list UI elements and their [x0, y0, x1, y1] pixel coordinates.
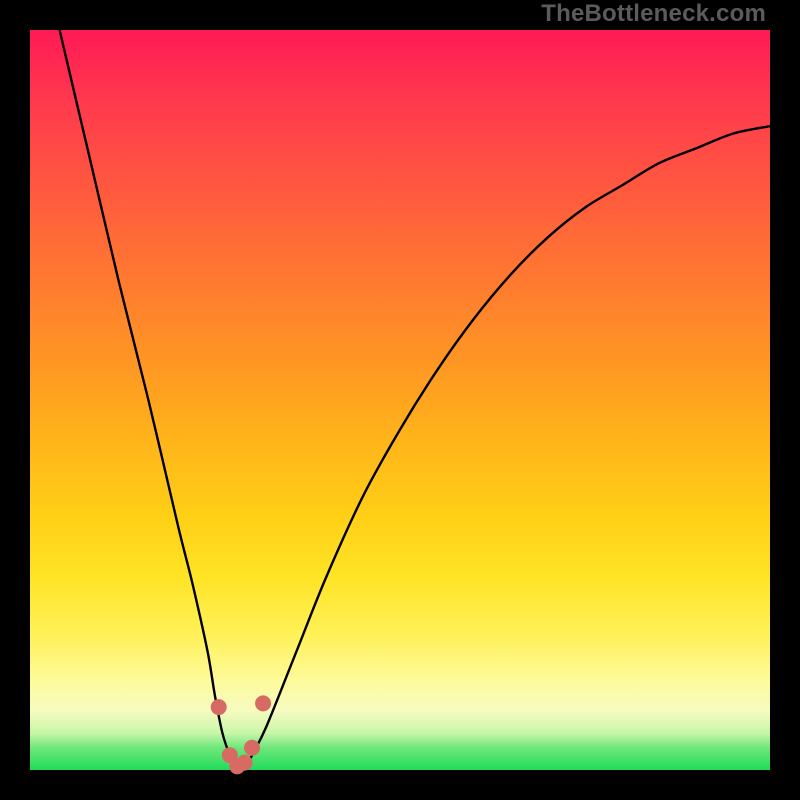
bottleneck-curve — [60, 30, 770, 772]
plot-area — [30, 30, 770, 770]
chart-stage: TheBottleneck.com — [0, 0, 800, 800]
curve-svg — [30, 30, 770, 770]
valley-dot — [255, 695, 271, 711]
watermark-text: TheBottleneck.com — [541, 0, 766, 28]
valley-dot — [244, 740, 260, 756]
valley-dot — [237, 755, 253, 771]
valley-dot — [211, 699, 227, 715]
